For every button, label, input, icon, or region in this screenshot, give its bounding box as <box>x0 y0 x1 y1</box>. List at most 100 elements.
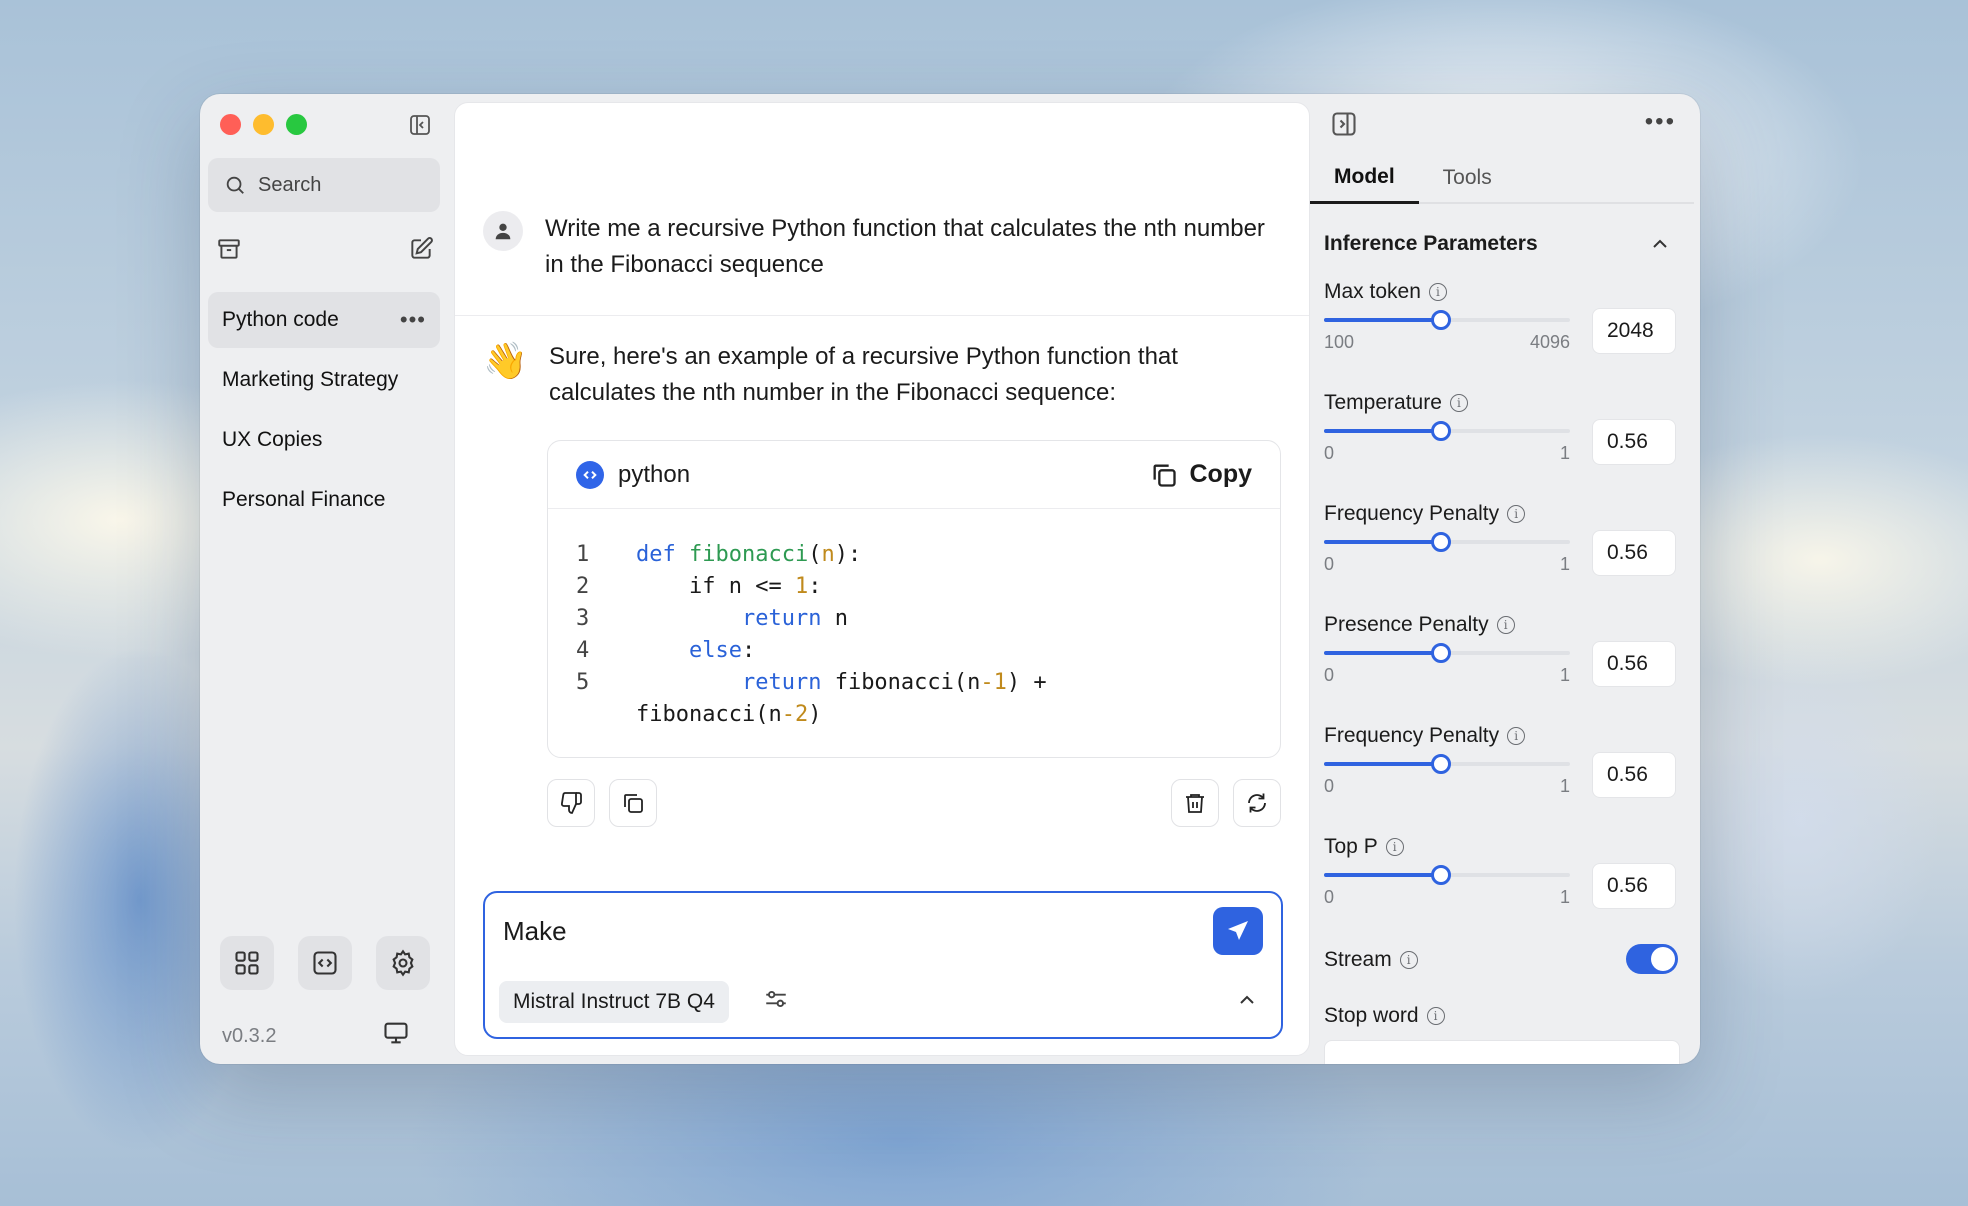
code-language-icon <box>576 460 604 489</box>
model-selector[interactable]: Mistral Instruct 7B Q4 <box>499 981 729 1023</box>
info-icon[interactable]: i <box>1426 1007 1445 1025</box>
info-icon[interactable]: i <box>1507 505 1526 523</box>
more-options-icon[interactable]: ••• <box>400 307 426 333</box>
param-value-input[interactable]: 2048 <box>1592 308 1676 354</box>
slider-max: 1 <box>1559 554 1570 574</box>
search-icon <box>226 176 244 194</box>
copy-code-button[interactable]: Copy <box>1150 460 1252 489</box>
user-message: Write me a recursive Python function tha… <box>483 211 1285 283</box>
monitor-icon[interactable] <box>382 1019 410 1052</box>
thread-title: UX Copies <box>222 428 323 451</box>
slider-min: 0 <box>1324 887 1335 907</box>
param-temperature: Temperature i 0 1 0.56 <box>1324 391 1680 491</box>
slider-track[interactable] <box>1324 310 1570 330</box>
param-value-input[interactable]: 0.56 <box>1592 530 1676 576</box>
thread-item-personal-finance[interactable]: Personal Finance <box>208 472 440 528</box>
more-options-icon[interactable]: ••• <box>1645 108 1676 136</box>
slider-thumb[interactable] <box>1431 532 1452 552</box>
code-line: 5 return fibonacci(n-1) + <box>576 667 1280 699</box>
thread-item-marketing-strategy[interactable]: Marketing Strategy <box>208 352 440 408</box>
slider-track[interactable] <box>1324 754 1570 774</box>
stream-label: Stream <box>1324 948 1392 971</box>
info-icon[interactable]: i <box>1428 283 1447 301</box>
slider-thumb[interactable] <box>1431 310 1452 330</box>
line-number: 4 <box>576 638 590 663</box>
slider-track[interactable] <box>1324 865 1570 885</box>
param-value-input[interactable]: 0.56 <box>1592 641 1676 687</box>
archive-icon[interactable] <box>214 234 244 264</box>
code-block: python Copy 1 def fibonacci(n): 2 if n <=… <box>547 440 1281 758</box>
trash-icon <box>1186 794 1204 813</box>
gear-icon <box>392 949 414 977</box>
param-value-input[interactable]: 0.56 <box>1592 863 1676 909</box>
code-line: fibonacci(n-2) <box>636 702 822 727</box>
user-icon <box>495 223 511 240</box>
regenerate-button[interactable] <box>1233 779 1281 827</box>
info-icon[interactable]: i <box>1507 727 1526 745</box>
message-composer: Mistral Instruct 7B Q4 <box>483 891 1283 1039</box>
param-presence-penalty: Presence Penalty i 0 1 0.56 <box>1324 613 1680 713</box>
collapse-right-panel-icon[interactable] <box>1330 110 1358 143</box>
minimize-window-button[interactable] <box>253 114 274 135</box>
slider-thumb[interactable] <box>1431 643 1452 663</box>
chevron-up-icon[interactable] <box>1648 232 1672 261</box>
code-icon <box>313 951 337 975</box>
slider-thumb[interactable] <box>1431 865 1452 885</box>
slider-max: 1 <box>1559 443 1570 463</box>
app-version: v0.3.2 <box>222 1025 277 1047</box>
avatar <box>483 211 523 251</box>
info-icon[interactable]: i <box>1399 951 1418 969</box>
slider-min: 0 <box>1324 776 1335 796</box>
slider-min: 0 <box>1324 554 1335 574</box>
slider-track[interactable] <box>1324 532 1570 552</box>
code-language-label: python <box>618 460 691 488</box>
send-button[interactable] <box>1213 907 1263 955</box>
slider-track[interactable] <box>1324 643 1570 663</box>
thread-item-ux-copies[interactable]: UX Copies <box>208 412 440 468</box>
info-icon[interactable]: i <box>1449 394 1468 412</box>
panel-tabs: Model Tools <box>1310 152 1694 204</box>
slider-thumb[interactable] <box>1431 421 1452 441</box>
maximize-window-button[interactable] <box>286 114 307 135</box>
message-input[interactable] <box>503 911 1183 951</box>
message-actions <box>547 779 1281 827</box>
stop-word-input[interactable] <box>1324 1040 1680 1064</box>
slider-max: 1 <box>1559 776 1570 796</box>
param-value-input[interactable]: 0.56 <box>1592 752 1676 798</box>
slider-max: 1 <box>1559 887 1570 907</box>
stream-row: Stream i <box>1324 948 1418 972</box>
param-label: Top P <box>1324 835 1378 858</box>
param-value-input[interactable]: 0.56 <box>1592 419 1676 465</box>
sidebar: Python code ••• Marketing Strategy UX Co… <box>200 94 454 1064</box>
chevron-up-icon[interactable] <box>1235 988 1259 1017</box>
info-icon[interactable]: i <box>1385 838 1404 856</box>
search-box[interactable] <box>208 158 440 212</box>
info-icon[interactable]: i <box>1496 616 1515 634</box>
sliders-icon[interactable] <box>763 986 789 1017</box>
param-frequency-penalty: Frequency Penalty i 0 1 0.56 <box>1324 502 1680 602</box>
slider-track[interactable] <box>1324 421 1570 441</box>
param-label: Frequency Penalty <box>1324 724 1500 747</box>
sidebar-toolbar <box>214 234 436 264</box>
waving-hand-icon: 👋 <box>483 340 528 381</box>
collapse-sidebar-icon[interactable] <box>405 110 435 140</box>
thread-item-python-code[interactable]: Python code ••• <box>208 292 440 348</box>
user-message-text: Write me a recursive Python function tha… <box>545 215 1265 278</box>
copy-message-button[interactable] <box>609 779 657 827</box>
line-number: 1 <box>576 542 590 567</box>
tab-model[interactable]: Model <box>1310 152 1419 204</box>
delete-message-button[interactable] <box>1171 779 1219 827</box>
code-line: 1 def fibonacci(n): <box>576 539 1280 571</box>
stream-toggle[interactable] <box>1626 944 1678 974</box>
close-window-button[interactable] <box>220 114 241 135</box>
search-input[interactable] <box>258 173 428 197</box>
settings-button[interactable] <box>376 936 430 990</box>
thumbs-down-button[interactable] <box>547 779 595 827</box>
hub-button[interactable] <box>220 936 274 990</box>
tab-tools[interactable]: Tools <box>1419 152 1516 204</box>
slider-thumb[interactable] <box>1431 754 1452 774</box>
new-thread-icon[interactable] <box>406 234 436 264</box>
thumbs-down-icon <box>561 792 582 814</box>
code-view-button[interactable] <box>298 936 352 990</box>
copy-icon <box>1153 464 1176 487</box>
